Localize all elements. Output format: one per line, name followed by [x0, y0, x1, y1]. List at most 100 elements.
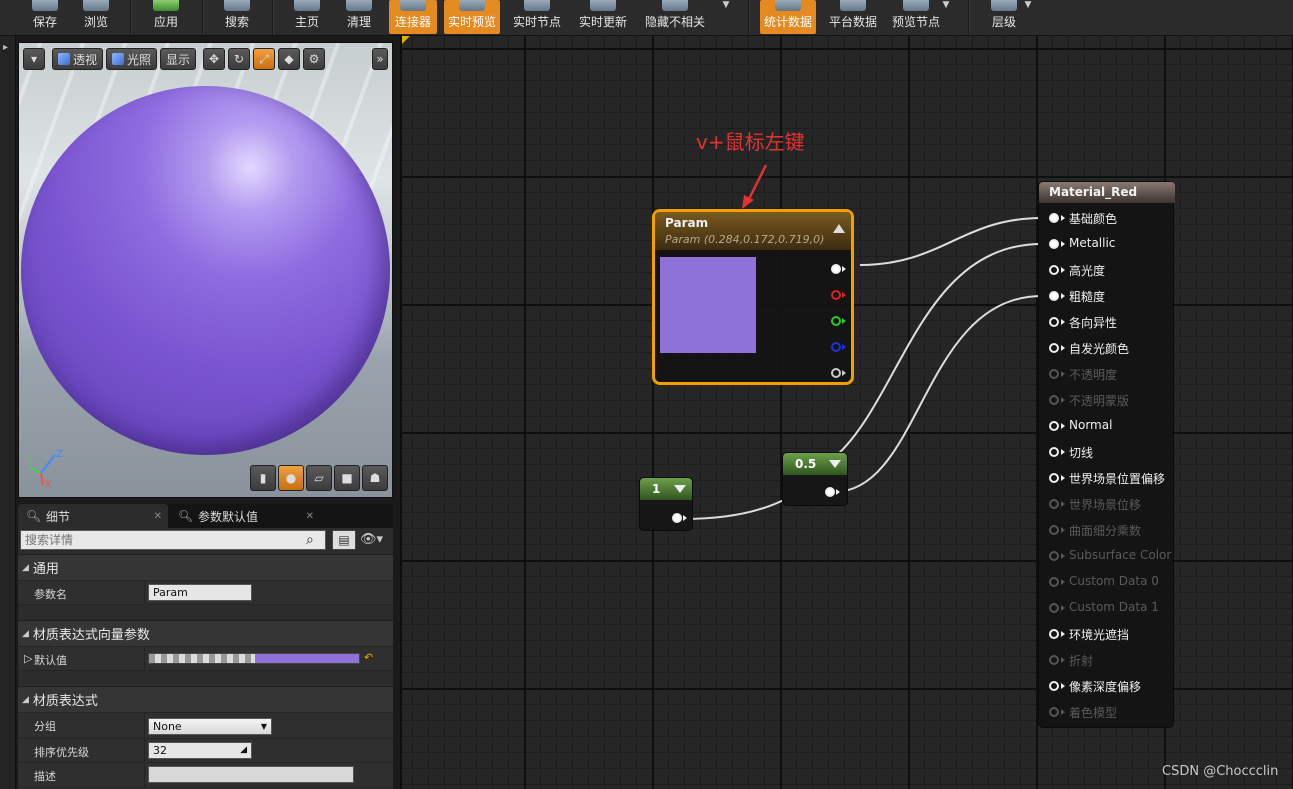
sort-priority-field[interactable]: 32 ◢: [148, 742, 252, 759]
input-pin[interactable]: [1049, 629, 1059, 639]
cube-preview-icon[interactable]: ■: [334, 465, 360, 491]
input-pin[interactable]: [1049, 473, 1059, 483]
search-input[interactable]: [20, 530, 326, 550]
input-pin[interactable]: [1049, 213, 1059, 223]
perspective-button[interactable]: 透视: [52, 48, 104, 70]
material-result-node[interactable]: Material_Red 基础颜色 Metallic 高光度 粗糙度 各向异性 自发光颜色…: [1038, 181, 1175, 728]
viewport-expand-button[interactable]: »: [372, 48, 388, 70]
material-input-row[interactable]: 折射: [1039, 647, 1175, 673]
group-dropdown[interactable]: None ▼: [148, 718, 272, 735]
chevron-down-icon[interactable]: [829, 460, 841, 468]
category-general[interactable]: ◢ 通用: [18, 554, 393, 580]
platform-stats-button[interactable]: 平台数据: [824, 0, 882, 34]
material-graph[interactable]: v+鼠标左键 Param Param (0.284,0.172,0.719,0): [400, 36, 1293, 789]
input-pin[interactable]: [1049, 317, 1059, 327]
output-pin-r[interactable]: [831, 290, 841, 300]
close-icon[interactable]: ✕: [154, 511, 162, 522]
cylinder-preview-icon[interactable]: ▮: [250, 465, 276, 491]
eye-icon[interactable]: 👁︎▾: [360, 532, 383, 547]
live-nodes-button[interactable]: 实时节点: [508, 0, 566, 34]
material-input-label: Custom Data 1: [1069, 600, 1159, 614]
plane-preview-icon[interactable]: ▱: [306, 465, 332, 491]
save-button[interactable]: 保存: [26, 0, 64, 34]
material-input-row[interactable]: 世界场景位置偏移: [1039, 465, 1175, 491]
input-pin[interactable]: [1049, 291, 1059, 301]
hierarchy-button[interactable]: 层级: [984, 0, 1024, 34]
material-input-row[interactable]: 像素深度偏移: [1039, 673, 1175, 699]
close-icon[interactable]: ✕: [306, 511, 314, 522]
scale-icon[interactable]: ⤢: [253, 48, 276, 70]
collapsed-panel-edge[interactable]: ▸: [0, 36, 16, 789]
input-pin[interactable]: [1049, 265, 1059, 275]
category-vector-param[interactable]: ◢ 材质表达式向量参数: [18, 620, 393, 646]
live-update-button[interactable]: 实时更新: [574, 0, 632, 34]
material-input-row[interactable]: 各向异性: [1039, 309, 1175, 335]
input-pin[interactable]: [1049, 447, 1059, 457]
category-material-expression[interactable]: ◢ 材质表达式: [18, 686, 393, 712]
material-input-row[interactable]: 高光度: [1039, 257, 1175, 283]
tab-parameter-defaults[interactable]: 🔍︎ 参数默认值 ✕: [170, 504, 320, 528]
param-name-field[interactable]: Param: [148, 584, 252, 601]
material-input-row[interactable]: 切线: [1039, 439, 1175, 465]
material-input-row[interactable]: Custom Data 0: [1039, 569, 1175, 595]
output-pin[interactable]: [825, 487, 835, 497]
material-input-row[interactable]: 粗糙度: [1039, 283, 1175, 309]
material-input-row[interactable]: 曲面细分乘数: [1039, 517, 1175, 543]
connectors-button[interactable]: 连接器: [389, 0, 437, 34]
live-preview-button[interactable]: 实时预览: [444, 0, 500, 34]
realtime-icon[interactable]: ⚙: [303, 48, 326, 70]
apply-button[interactable]: 应用: [146, 0, 186, 34]
viewport-options-button[interactable]: ▾: [23, 48, 45, 70]
description-field[interactable]: [148, 766, 354, 783]
material-input-row[interactable]: 基础颜色: [1039, 205, 1175, 231]
default-color-swatch[interactable]: [148, 653, 360, 664]
chevron-down-icon[interactable]: ▼: [940, 0, 952, 12]
output-pin-rgb[interactable]: [831, 264, 841, 274]
sphere-preview-icon[interactable]: ●: [278, 465, 304, 491]
chevron-down-icon[interactable]: ▼: [720, 0, 732, 12]
chevron-down-icon[interactable]: [674, 485, 686, 493]
material-input-row[interactable]: 不透明度: [1039, 361, 1175, 387]
material-input-row[interactable]: Metallic: [1039, 231, 1175, 257]
input-pin[interactable]: [1049, 421, 1059, 431]
constant-node-one[interactable]: 1: [639, 477, 693, 531]
output-pin-a[interactable]: [831, 368, 841, 378]
collapse-icon[interactable]: [833, 224, 845, 233]
material-input-row[interactable]: 着色模型: [1039, 699, 1175, 725]
stats-button[interactable]: 统计数据: [760, 0, 816, 34]
param-node[interactable]: Param Param (0.284,0.172,0.719,0): [652, 209, 854, 385]
material-input-row[interactable]: 不透明蒙版: [1039, 387, 1175, 413]
output-pin-g[interactable]: [831, 316, 841, 326]
view-options-button[interactable]: ▤: [332, 530, 356, 550]
lit-button[interactable]: 光照: [106, 48, 158, 70]
material-input-row[interactable]: Subsurface Color: [1039, 543, 1175, 569]
translate-icon[interactable]: ✥: [203, 48, 226, 70]
preview-viewport[interactable]: ▾ 透视 光照 显示 ✥ ↻ ⤢ ◆ ⚙ » Z Y X ▮ ● ▱ ■ ☗: [18, 42, 393, 498]
material-input-row[interactable]: Normal: [1039, 413, 1175, 439]
expand-triangle-icon[interactable]: ▷: [24, 652, 32, 665]
preview-node-button[interactable]: 预览节点: [888, 0, 944, 34]
wire-param-to-basecolor: [859, 217, 1043, 266]
material-input-row[interactable]: 世界场景位移: [1039, 491, 1175, 517]
home-button[interactable]: 主页: [286, 0, 328, 34]
output-pin[interactable]: [672, 513, 682, 523]
material-input-row[interactable]: Custom Data 1: [1039, 595, 1175, 621]
input-pin[interactable]: [1049, 239, 1059, 249]
input-pin[interactable]: [1049, 343, 1059, 353]
camera-speed-icon[interactable]: ◆: [278, 48, 301, 70]
output-pin-b[interactable]: [831, 342, 841, 352]
hide-unrelated-button[interactable]: 隐藏不相关: [640, 0, 710, 34]
input-pin[interactable]: [1049, 681, 1059, 691]
mesh-preview-icon[interactable]: ☗: [362, 465, 388, 491]
search-button[interactable]: 搜索: [216, 0, 258, 34]
cleanup-button[interactable]: 清理: [338, 0, 380, 34]
reset-to-default-icon[interactable]: ↶: [364, 651, 373, 664]
browse-button[interactable]: 浏览: [76, 0, 116, 34]
constant-node-half[interactable]: 0.5: [782, 452, 848, 506]
tab-details[interactable]: 🔍︎ 细节 ✕: [18, 504, 168, 528]
material-input-row[interactable]: 自发光颜色: [1039, 335, 1175, 361]
show-button[interactable]: 显示: [160, 48, 197, 70]
rotate-icon[interactable]: ↻: [228, 48, 251, 70]
material-input-row[interactable]: 环境光遮挡: [1039, 621, 1175, 647]
chevron-down-icon[interactable]: ▼: [1022, 0, 1034, 12]
